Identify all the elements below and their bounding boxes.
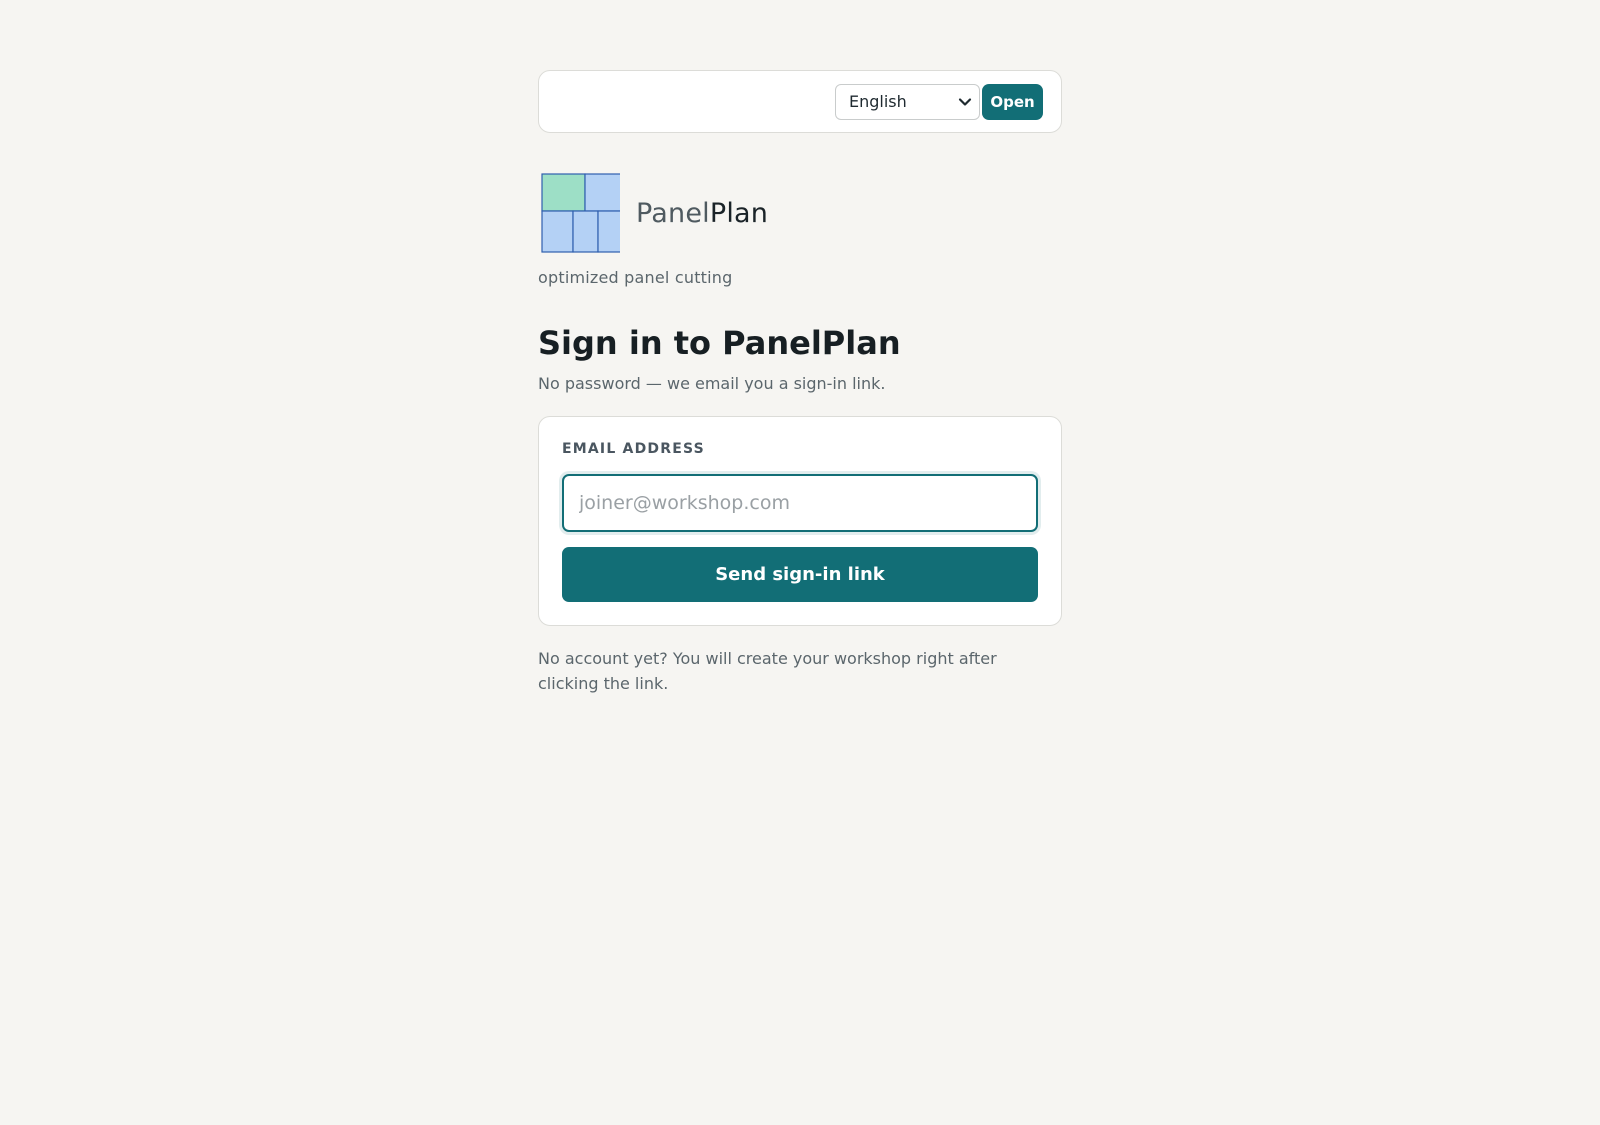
email-label: EMAIL ADDRESS [562,441,705,457]
language-select[interactable]: English [835,83,980,120]
signin-form-card: EMAIL ADDRESS Send sign-in link [538,416,1062,626]
top-bar: English Open [538,70,1062,133]
page-subtitle: No password — we email you a sign-in lin… [538,374,886,393]
brand: PanelPlan [538,172,1062,254]
open-button[interactable]: Open [982,83,1043,120]
panel-layout-logo-icon [541,173,620,253]
brand-name-part: Plan [709,197,769,229]
language-select-value: English [849,92,907,111]
no-account-note: No account yet? You will create your wor… [538,649,997,693]
chevron-down-icon [958,97,972,106]
page-title: Sign in to PanelPlan [538,324,901,362]
brand-name-part: Panel [636,197,710,229]
tagline: optimized panel cutting [538,268,733,287]
send-signin-link-button[interactable]: Send sign-in link [562,547,1038,602]
signin-page: English Open PanelPlan optimized panel c… [538,70,1062,696]
brand-name: PanelPlan [636,198,768,229]
email-field[interactable] [562,474,1038,532]
